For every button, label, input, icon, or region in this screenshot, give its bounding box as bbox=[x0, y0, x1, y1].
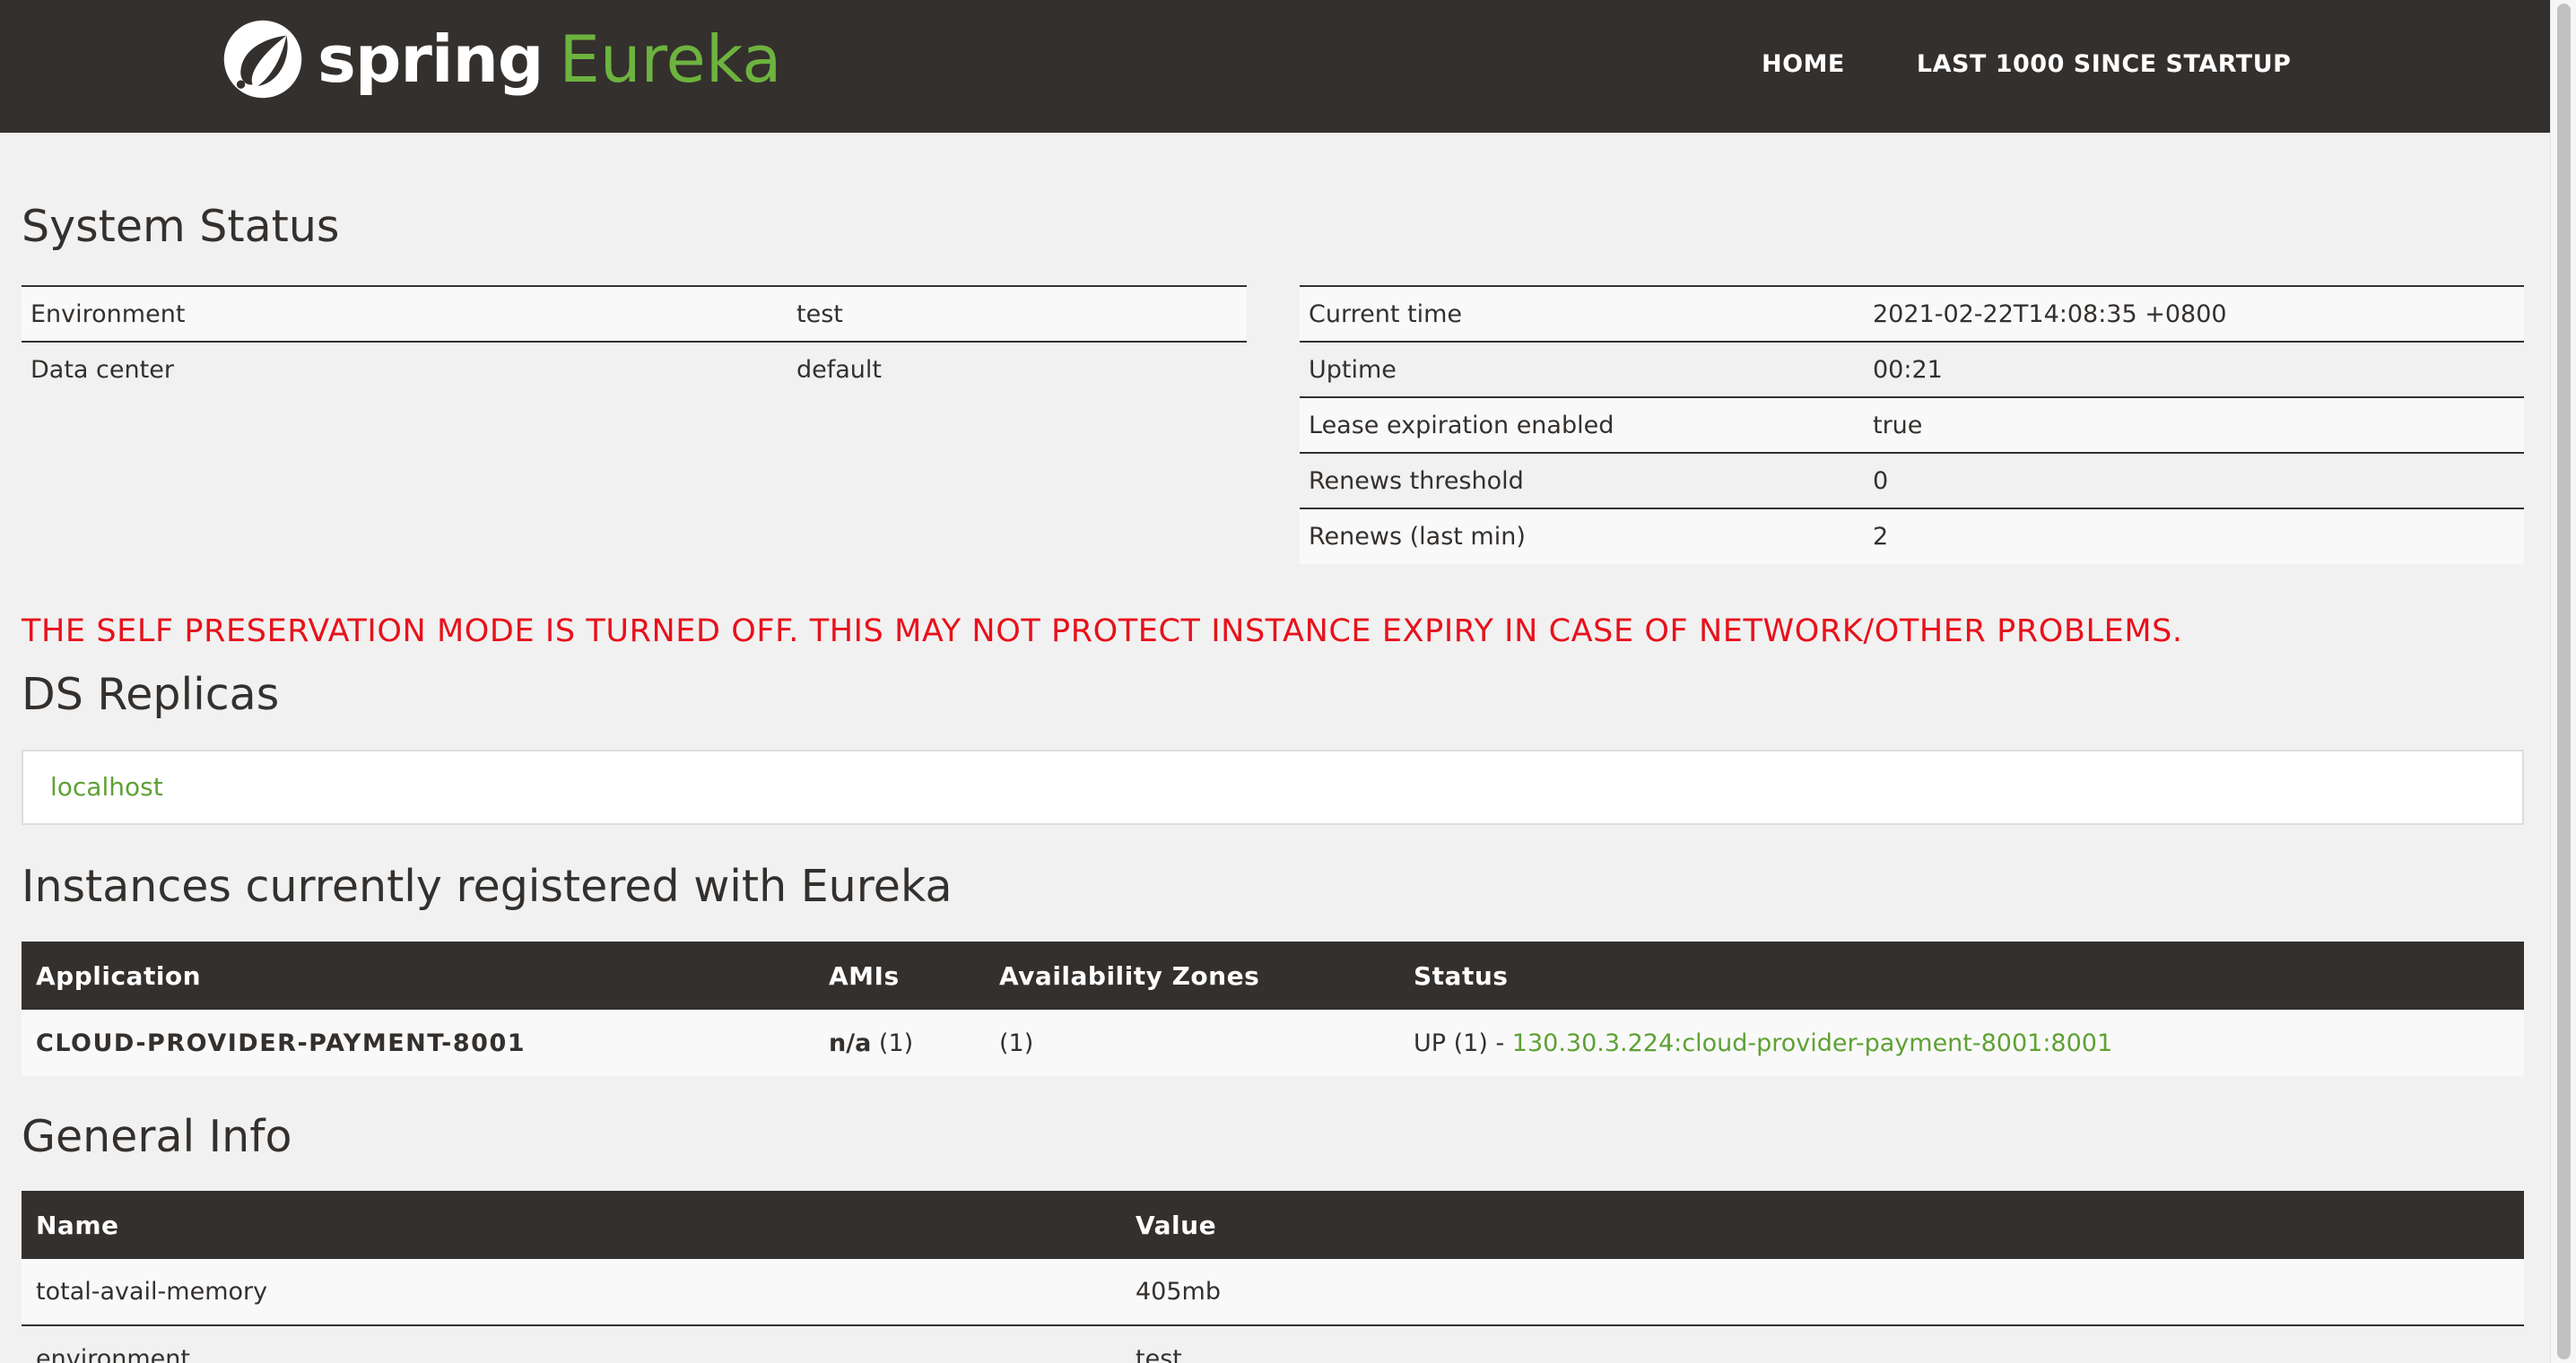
lease-expiration-value: true bbox=[1864, 396, 2524, 453]
instance-status-link[interactable]: 130.30.3.224:cloud-provider-payment-8001… bbox=[1512, 1029, 2112, 1057]
general-info-table: Name Value total-avail-memory 405mb envi… bbox=[22, 1191, 2524, 1363]
renews-last-min-label: Renews (last min) bbox=[1300, 508, 1864, 564]
table-row: total-avail-memory 405mb bbox=[22, 1259, 2524, 1325]
renews-threshold-label: Renews threshold bbox=[1300, 452, 1864, 508]
info-name: environment bbox=[22, 1324, 1121, 1363]
amis-cell: n/a (1) bbox=[814, 1010, 985, 1076]
spring-leaf-icon bbox=[223, 20, 302, 99]
system-status-left-table: Environment test Data center default bbox=[22, 285, 1247, 397]
table-row: Environment test bbox=[22, 285, 1247, 342]
scrollbar-thumb[interactable] bbox=[2557, 4, 2571, 1359]
table-header-row: Application AMIs Availability Zones Stat… bbox=[22, 942, 2524, 1010]
current-time-value: 2021-02-22T14:08:35 +0800 bbox=[1864, 285, 2524, 342]
info-value: test bbox=[1121, 1324, 2524, 1363]
self-preservation-warning: THE SELF PRESERVATION MODE IS TURNED OFF… bbox=[22, 613, 2183, 649]
datacenter-label: Data center bbox=[22, 341, 788, 397]
table-row: Renews threshold 0 bbox=[1300, 452, 2524, 508]
instances-table: Application AMIs Availability Zones Stat… bbox=[22, 942, 2524, 1076]
table-row: Renews (last min) 2 bbox=[1300, 508, 2524, 564]
info-value: 405mb bbox=[1121, 1259, 2524, 1325]
amis-count: (1) bbox=[878, 1029, 914, 1057]
uptime-value: 00:21 bbox=[1864, 341, 2524, 397]
brand-spring-text: spring bbox=[318, 22, 544, 97]
lease-expiration-label: Lease expiration enabled bbox=[1300, 396, 1864, 453]
current-time-label: Current time bbox=[1300, 285, 1864, 342]
col-name: Name bbox=[22, 1191, 1121, 1259]
table-row: environment test bbox=[22, 1324, 2524, 1363]
renews-threshold-value: 0 bbox=[1864, 452, 2524, 508]
system-status-right-table: Current time 2021-02-22T14:08:35 +0800 U… bbox=[1300, 285, 2524, 564]
status-cell: UP (1) - 130.30.3.224:cloud-provider-pay… bbox=[1399, 1010, 2524, 1076]
ds-replicas-list: localhost bbox=[22, 750, 2524, 825]
renews-last-min-value: 2 bbox=[1864, 508, 2524, 564]
table-row: Current time 2021-02-22T14:08:35 +0800 bbox=[1300, 285, 2524, 342]
replica-link-localhost[interactable]: localhost bbox=[50, 771, 163, 803]
application-name: CLOUD-PROVIDER-PAYMENT-8001 bbox=[22, 1010, 814, 1076]
col-availability-zones: Availability Zones bbox=[985, 942, 1399, 1010]
table-row: CLOUD-PROVIDER-PAYMENT-8001 n/a (1) (1) … bbox=[22, 1010, 2524, 1076]
instances-title: Instances currently registered with Eure… bbox=[22, 861, 953, 912]
table-row: Uptime 00:21 bbox=[1300, 341, 2524, 397]
top-navbar: spring Eureka HOME LAST 1000 SINCE START… bbox=[0, 0, 2550, 133]
uptime-label: Uptime bbox=[1300, 341, 1864, 397]
table-row: Lease expiration enabled true bbox=[1300, 396, 2524, 453]
general-info-title: General Info bbox=[22, 1111, 292, 1162]
ds-replicas-title: DS Replicas bbox=[22, 669, 280, 720]
nav-last1000-link[interactable]: LAST 1000 SINCE STARTUP bbox=[1917, 48, 2292, 81]
vertical-scrollbar[interactable] bbox=[2550, 0, 2576, 1363]
zones-cell: (1) bbox=[985, 1010, 1399, 1076]
brand-eureka-text: Eureka bbox=[559, 22, 782, 97]
table-row: Data center default bbox=[22, 341, 1247, 397]
brand-logo[interactable]: spring Eureka bbox=[221, 14, 781, 104]
nav-links: HOME LAST 1000 SINCE STARTUP bbox=[1762, 48, 2291, 81]
datacenter-value: default bbox=[788, 341, 1247, 397]
status-prefix: UP (1) - bbox=[1414, 1029, 1512, 1057]
nav-home-link[interactable]: HOME bbox=[1762, 48, 1845, 81]
info-name: total-avail-memory bbox=[22, 1259, 1121, 1325]
col-value: Value bbox=[1121, 1191, 2524, 1259]
env-label: Environment bbox=[22, 285, 788, 342]
eureka-dashboard: spring Eureka HOME LAST 1000 SINCE START… bbox=[0, 0, 2576, 1363]
system-status-title: System Status bbox=[22, 201, 340, 252]
amis-na: n/a bbox=[829, 1029, 872, 1057]
col-status: Status bbox=[1399, 942, 2524, 1010]
table-header-row: Name Value bbox=[22, 1191, 2524, 1259]
col-amis: AMIs bbox=[814, 942, 985, 1010]
col-application: Application bbox=[22, 942, 814, 1010]
env-value: test bbox=[788, 285, 1247, 342]
